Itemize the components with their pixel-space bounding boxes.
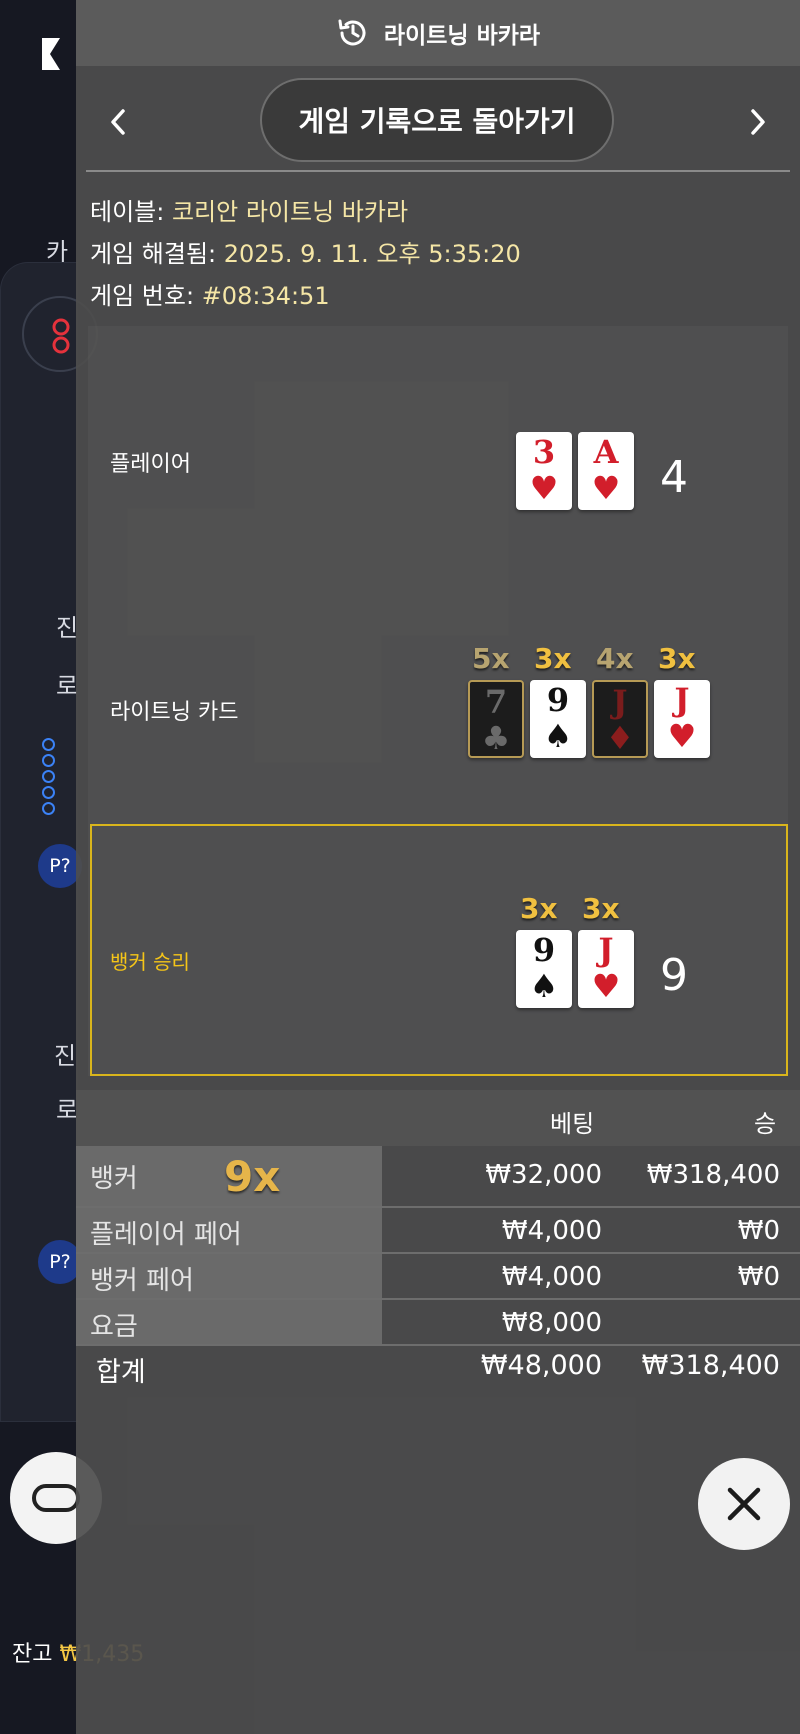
win-amount: ₩318,400 (646, 1160, 780, 1190)
card-suit: ♥ (591, 469, 621, 507)
history-nav: 게임 기록으로 돌아가기 (76, 74, 800, 170)
game-number-label: 게임 번호: (90, 282, 195, 310)
table-row: 요금 ₩8,000 (76, 1300, 800, 1346)
player-card-2: A ♥ (578, 432, 634, 510)
lightning-label: 라이트닝 카드 (110, 700, 239, 725)
banker-card-2: J ♥ (578, 930, 634, 1008)
table-row: 뱅커 페어 ₩4,000 ₩0 (76, 1254, 800, 1300)
bet-name: 요금 (90, 1312, 138, 1342)
banker-payout-multiplier: 9x (224, 1152, 281, 1201)
col-bet-header: 베팅 (550, 1110, 595, 1138)
table-row: 뱅커 9x ₩32,000 ₩318,400 (76, 1146, 800, 1208)
game-number-info: 게임 번호: #08:34:51 (90, 276, 330, 311)
player-score: 4 (660, 452, 688, 503)
balance-label: 잔고 (12, 1642, 53, 1667)
lightning-multiplier: 4x (596, 642, 634, 675)
screen: 카 진 로 진 로 P? P? 잔고 ₩1,435 라이트닝 바카라 (0, 0, 800, 1734)
table-info: 테이블: 코리안 라이트닝 바카라 (90, 192, 408, 227)
card-suit: ♣ (481, 719, 511, 757)
table-value: 코리안 라이트닝 바카라 (171, 198, 409, 226)
banker-multiplier: 3x (582, 892, 620, 925)
panel-title: 라이트닝 바카라 (383, 23, 541, 49)
bet-amount: ₩4,000 (501, 1262, 602, 1292)
bg-partial-text: 로 (56, 672, 79, 700)
card-rank: 9 (546, 681, 570, 719)
total-label: 합계 (96, 1357, 146, 1388)
banker-score: 9 (660, 950, 688, 1001)
card-suit: ♥ (529, 469, 559, 507)
card-rank: 7 (484, 683, 508, 721)
bg-partial-text: 로 (56, 1096, 79, 1124)
card-suit: ♥ (667, 717, 697, 755)
chevron-right-icon (751, 109, 765, 135)
card-rank: J (674, 681, 690, 719)
total-win: ₩318,400 (641, 1350, 780, 1381)
history-icon (338, 19, 366, 46)
chevron-left-icon (111, 109, 125, 135)
lightning-multiplier: 3x (534, 642, 572, 675)
bet-name: 뱅커 (90, 1164, 138, 1194)
card-suit: ♠ (543, 717, 573, 755)
table-label: 테이블: (90, 198, 165, 226)
divider (86, 170, 790, 172)
logo-icon (42, 38, 60, 70)
card-rank: 3 (532, 433, 556, 471)
lightning-card-3: J ♦ (592, 680, 648, 758)
back-to-history-button[interactable]: 게임 기록으로 돌아가기 (260, 78, 614, 162)
resolved-label: 게임 해결됨: (90, 240, 217, 268)
next-game-button[interactable] (736, 100, 780, 144)
banker-multiplier: 3x (520, 892, 558, 925)
bet-table: 뱅커 9x ₩32,000 ₩318,400 플레이어 페어 ₩4,000 ₩0… (76, 1146, 800, 1346)
panel-header: 라이트닝 바카라 (76, 0, 800, 66)
bet-amount: ₩4,000 (501, 1216, 602, 1246)
prev-game-button[interactable] (96, 100, 140, 144)
table-row: 플레이어 페어 ₩4,000 ₩0 (76, 1208, 800, 1254)
card-suit: ♠ (529, 967, 559, 1005)
game-number-value: #08:34:51 (201, 282, 330, 310)
resolved-value: 2025. 9. 11. 오후 5:35:20 (223, 240, 521, 268)
win-amount: ₩0 (737, 1262, 780, 1292)
lightning-multiplier: 5x (472, 642, 510, 675)
lightning-card-4: J ♥ (654, 680, 710, 758)
win-amount: ₩0 (737, 1216, 780, 1246)
bet-amount: ₩32,000 (485, 1160, 602, 1190)
card-rank: J (612, 683, 628, 721)
bg-partial-text: 진 (54, 1042, 77, 1070)
player-label: 플레이어 (110, 452, 191, 477)
close-icon (727, 1487, 761, 1521)
lightning-multiplier: 3x (658, 642, 696, 675)
bg-partial-text: 진 (56, 614, 79, 642)
bg-road-icon (52, 318, 70, 354)
banker-card-1: 9 ♠ (516, 930, 572, 1008)
col-win-header: 승 (754, 1110, 777, 1138)
banker-label: 뱅커 승리 (110, 950, 190, 974)
total-row: 합계 ₩48,000 ₩318,400 (76, 1344, 800, 1394)
card-rank: J (598, 931, 614, 969)
close-button[interactable] (698, 1458, 790, 1550)
player-card-1: 3 ♥ (516, 432, 572, 510)
card-rank: A (593, 433, 619, 471)
resolved-info: 게임 해결됨: 2025. 9. 11. 오후 5:35:20 (90, 234, 521, 269)
card-suit: ♦ (605, 719, 635, 757)
bet-name: 뱅커 페어 (90, 1266, 194, 1296)
bet-amount: ₩8,000 (501, 1308, 602, 1338)
bg-road-dots (42, 738, 58, 818)
bet-name: 플레이어 페어 (90, 1220, 242, 1250)
card-suit: ♥ (591, 967, 621, 1005)
lightning-card-1: 7 ♣ (468, 680, 524, 758)
lightning-card-2: 9 ♠ (530, 680, 586, 758)
game-history-panel: 라이트닝 바카라 게임 기록으로 돌아가기 테이블: 코리안 라이트닝 바카라 … (76, 0, 800, 1734)
card-rank: 9 (532, 931, 556, 969)
bet-table-header: 베팅 승 (76, 1090, 800, 1146)
total-bet: ₩48,000 (480, 1350, 602, 1381)
